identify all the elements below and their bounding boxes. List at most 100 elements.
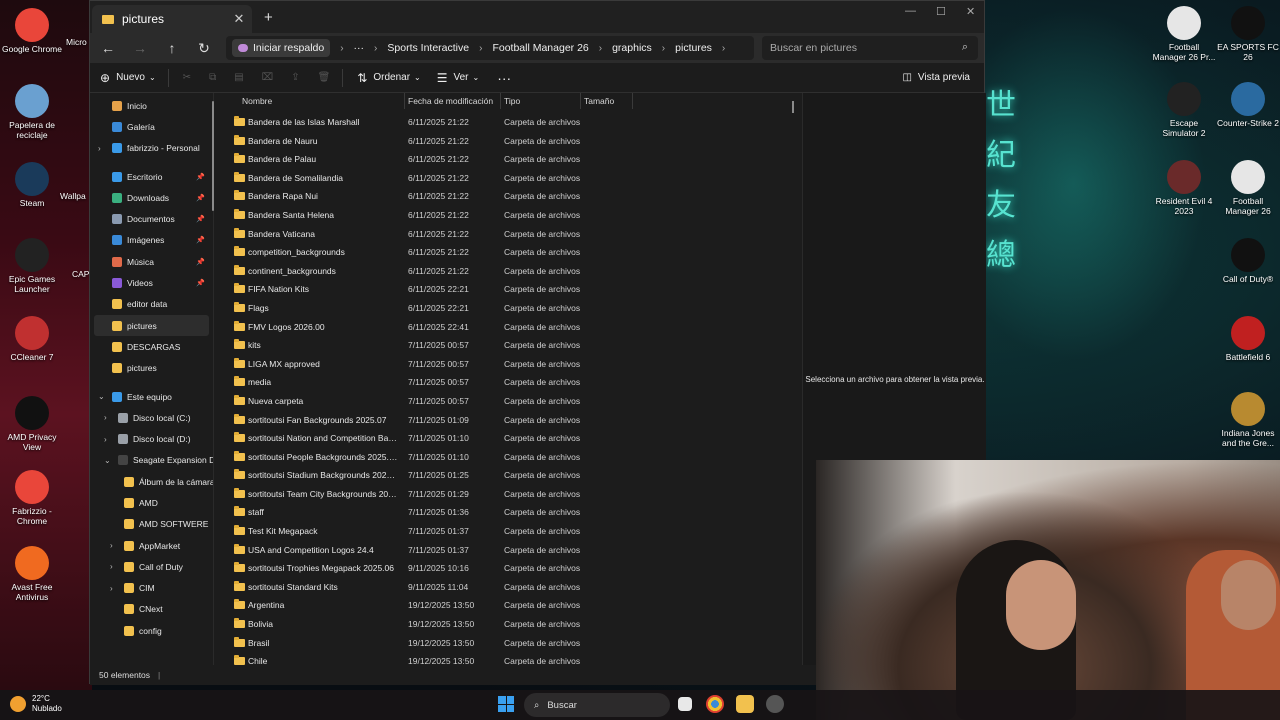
sidebar-item[interactable]: Inicio [90, 95, 213, 116]
sidebar-item[interactable]: Escritorio 📌 [90, 166, 213, 187]
up-button[interactable]: ↑ [156, 40, 188, 56]
desktop-icon[interactable]: Battlefield 6 [1216, 316, 1280, 363]
breadcrumb[interactable]: Iniciar respaldo › ··· › Sports Interact… [226, 36, 754, 60]
tab-pictures[interactable]: pictures ✕ [92, 5, 252, 33]
chevron-right-icon[interactable]: › [104, 413, 107, 422]
copy-button[interactable]: ⧉ [209, 72, 216, 83]
desktop-icon[interactable]: AMD Privacy View [0, 396, 64, 453]
discord-taskbar-icon[interactable] [766, 695, 784, 713]
table-row[interactable]: Bandera Rapa Nui 6/11/2025 21:22 Carpeta d… [222, 187, 800, 206]
desktop-icon[interactable]: EA SPORTS FC 26 [1216, 6, 1280, 63]
breadcrumb-item[interactable]: pictures [675, 42, 712, 54]
table-row[interactable]: continent_backgrounds 6/11/2025 21:22 Carp… [222, 262, 800, 281]
chevron-right-icon[interactable]: › [662, 43, 665, 54]
desktop-icon-label[interactable]: Wallpa [60, 191, 86, 202]
sidebar-item[interactable]: editor data [90, 294, 213, 315]
desktop-icon[interactable]: Google Chrome [0, 8, 64, 55]
sidebar-item[interactable]: pictures [94, 314, 209, 337]
chevron-right-icon[interactable]: › [479, 43, 482, 54]
column-header-name[interactable]: Nombre [242, 96, 272, 106]
sidebar-item[interactable]: Música 📌 [90, 251, 213, 272]
sidebar-item[interactable]: › Disco local (C:) [90, 407, 213, 428]
table-row[interactable]: kits 7/11/2025 00:57 Carpeta de archivos [222, 336, 800, 355]
chevron-right-icon[interactable]: › [374, 43, 377, 54]
sidebar-item[interactable]: Documentos 📌 [90, 208, 213, 229]
table-row[interactable]: competition_backgrounds 6/11/2025 21:22 Ca… [222, 243, 800, 262]
desktop-icon[interactable]: Resident Evil 4 2023 [1152, 160, 1216, 217]
column-divider[interactable] [500, 93, 501, 109]
sidebar-item[interactable]: › fabrizzio - Personal [90, 138, 213, 159]
sidebar-item[interactable]: ⌄ Seagate Expansion Dri [90, 450, 213, 471]
desktop-icon[interactable]: Indiana Jones and the Gre... [1216, 392, 1280, 449]
column-header-size[interactable]: Tamaño [584, 96, 614, 106]
desktop-icon[interactable]: Football Manager 26 Pr... [1152, 6, 1216, 63]
table-row[interactable]: Bandera Santa Helena 6/11/2025 21:22 Carpe… [222, 206, 800, 225]
paste-button[interactable]: ▤ [234, 72, 243, 83]
start-button[interactable] [498, 696, 514, 712]
sidebar-item[interactable]: ⌄ Este equipo [90, 386, 213, 407]
table-row[interactable]: Bandera Vaticana 6/11/2025 21:22 Carpeta d… [222, 225, 800, 244]
table-row[interactable]: sortitoutsi Stadium Backgrounds 2025.07 7… [222, 466, 800, 485]
sidebar-item[interactable]: › Call of Duty [90, 556, 213, 577]
sidebar-item[interactable]: › Disco local (D:) [90, 428, 213, 449]
column-divider[interactable] [404, 93, 405, 109]
table-row[interactable]: Brasil 19/12/2025 13:50 Carpeta de archivo… [222, 634, 800, 653]
minimize-button[interactable]: — [905, 5, 916, 17]
table-row[interactable]: Bolivia 19/12/2025 13:50 Carpeta de archiv… [222, 615, 800, 634]
chevron-right-icon[interactable]: › [110, 562, 113, 571]
table-row[interactable]: Bandera de Somalilandia 6/11/2025 21:22 Ca… [222, 169, 800, 188]
desktop-icon[interactable]: Escape Simulator 2 [1152, 82, 1216, 139]
back-button[interactable]: ← [92, 40, 124, 56]
table-row[interactable]: Test Kit Megapack 7/11/2025 01:37 Carpeta … [222, 522, 800, 541]
breadcrumb-cloud[interactable]: Iniciar respaldo [232, 39, 331, 57]
sidebar-item[interactable]: AMD SOFTWERE [90, 514, 213, 535]
sidebar-item[interactable]: DESCARGAS [90, 336, 213, 357]
sidebar-item[interactable]: › AppMarket [90, 535, 213, 556]
close-window-button[interactable]: ✕ [966, 5, 975, 18]
column-divider[interactable] [632, 93, 633, 109]
sidebar-item[interactable]: Imágenes 📌 [90, 230, 213, 251]
chevron-down-icon[interactable]: ⌄ [104, 456, 111, 465]
taskbar-search[interactable]: ⌕ Buscar [524, 693, 670, 717]
table-row[interactable]: staff 7/11/2025 01:36 Carpeta de archivos [222, 503, 800, 522]
table-row[interactable]: Bandera de Palau 6/11/2025 21:22 Carpeta d… [222, 150, 800, 169]
desktop-icon-label[interactable]: Micro [66, 37, 90, 48]
sidebar-item[interactable]: Videos 📌 [90, 272, 213, 293]
desktop-icon[interactable]: Epic Games Launcher [0, 238, 64, 295]
sidebar-item[interactable]: pictures [90, 358, 213, 379]
table-row[interactable]: media 7/11/2025 00:57 Carpeta de archivos [222, 373, 800, 392]
table-row[interactable]: FMV Logos 2026.00 6/11/2025 22:41 Carpeta … [222, 318, 800, 337]
chevron-right-icon[interactable]: › [722, 43, 725, 54]
rename-button[interactable]: ⌧ [262, 72, 274, 83]
table-row[interactable]: sortitoutsi People Backgrounds 2025.07 7/… [222, 448, 800, 467]
desktop-icon[interactable]: Avast Free Antivirus [0, 546, 64, 603]
chevron-down-icon[interactable]: ⌄ [98, 392, 105, 401]
table-row[interactable]: LIGA MX approved 7/11/2025 00:57 Carpeta d… [222, 355, 800, 374]
table-row[interactable]: Nueva carpeta 7/11/2025 00:57 Carpeta de a… [222, 392, 800, 411]
close-tab-icon[interactable]: ✕ [230, 11, 248, 27]
column-header-type[interactable]: Tipo [504, 96, 520, 106]
forward-button[interactable]: → [124, 40, 156, 56]
refresh-button[interactable]: ↻ [188, 40, 220, 57]
table-row[interactable]: Bandera de las Islas Marshall 6/11/2025 2… [222, 113, 800, 132]
table-row[interactable]: sortitoutsi Trophies Megapack 2025.06 9/1… [222, 559, 800, 578]
desktop-icon[interactable]: Football Manager 26 [1216, 160, 1280, 217]
more-options-button[interactable]: ··· [497, 70, 511, 86]
desktop-icon[interactable]: Steam [0, 162, 64, 209]
table-row[interactable]: sortitoutsi Team City Backgrounds 2025.0… [222, 485, 800, 504]
more-crumbs-button[interactable]: ··· [354, 42, 365, 54]
breadcrumb-item[interactable]: Sports Interactive [387, 42, 469, 54]
desktop-icon[interactable]: Papelera de reciclaje [0, 84, 64, 141]
chevron-right-icon[interactable]: › [599, 43, 602, 54]
new-button[interactable]: ⊕ Nuevo ⌄ [100, 71, 156, 85]
chevron-right-icon[interactable]: › [104, 435, 107, 444]
delete-button[interactable]: 🗑 [318, 72, 331, 83]
weather-widget[interactable]: 22°C Nublado [10, 694, 62, 713]
sidebar-item[interactable]: Galería [90, 116, 213, 137]
view-button[interactable]: ☰ Ver ⌄ [437, 71, 479, 85]
table-row[interactable]: sortitoutsi Nation and Competition Back.… [222, 429, 800, 448]
new-tab-button[interactable]: + [264, 9, 273, 26]
breadcrumb-item[interactable]: Football Manager 26 [492, 42, 588, 54]
desktop-icon[interactable]: Call of Duty® [1216, 238, 1280, 285]
column-header-date[interactable]: Fecha de modificación [408, 96, 493, 106]
